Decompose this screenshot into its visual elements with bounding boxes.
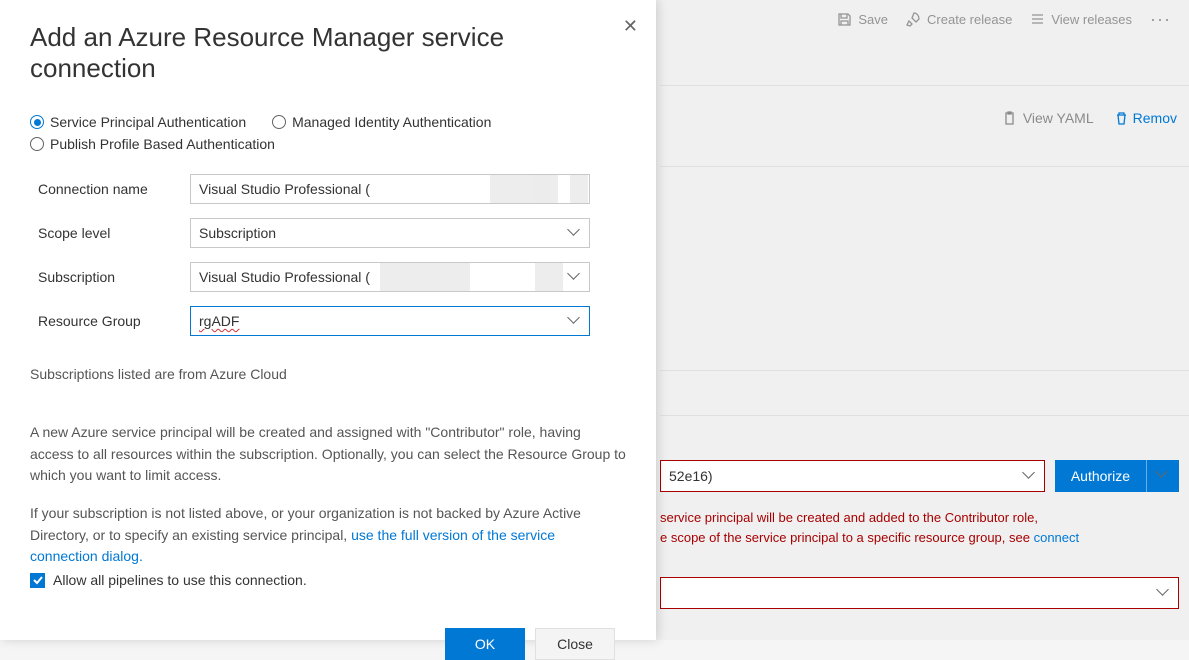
page-toolbar: Save Create release View releases ··· (837, 10, 1171, 28)
description-1: A new Azure service principal will be cr… (30, 422, 626, 487)
trash-icon (1114, 111, 1129, 126)
close-button[interactable]: Close (535, 628, 615, 660)
allow-all-checkbox[interactable] (30, 573, 45, 588)
radio-sp-label: Service Principal Authentication (50, 114, 246, 130)
chevron-down-icon (1158, 587, 1170, 599)
authorize-split-button[interactable]: Authorize (1055, 460, 1179, 492)
save-button[interactable]: Save (837, 12, 888, 27)
close-icon[interactable]: ✕ (623, 16, 638, 37)
divider (660, 370, 1189, 371)
divider (660, 85, 1189, 86)
resource-group-value: rgADF (199, 313, 239, 329)
more-button[interactable]: ··· (1150, 10, 1171, 28)
dialog-title: Add an Azure Resource Manager service co… (30, 22, 626, 84)
chevron-down-icon (569, 271, 581, 283)
tab-actions: View YAML Remov (1002, 110, 1177, 126)
redaction-mask (380, 263, 470, 291)
bg-subscription-select[interactable]: 52e16) (660, 460, 1045, 492)
description-2: If your subscription is not listed above… (30, 503, 626, 568)
redaction-mask (535, 263, 563, 291)
service-connection-dialog: ✕ Add an Azure Resource Manager service … (0, 0, 656, 640)
allow-all-row: Allow all pipelines to use this connecti… (30, 572, 626, 588)
remove-button[interactable]: Remov (1114, 110, 1177, 126)
scope-level-select[interactable]: Subscription (190, 218, 590, 248)
save-icon (837, 12, 852, 27)
rocket-icon (906, 12, 921, 27)
check-icon (33, 575, 43, 585)
radio-circle-icon (30, 137, 44, 151)
redaction-mask (570, 175, 588, 203)
create-release-label: Create release (927, 12, 1012, 27)
bg-warning-text: service principal will be created and ad… (660, 508, 1129, 547)
scope-level-row: Scope level Subscription (30, 218, 626, 248)
auth-mode-radio-group: Service Principal Authentication Managed… (30, 114, 626, 152)
ok-button[interactable]: OK (445, 628, 525, 660)
remove-label: Remov (1133, 110, 1177, 126)
radio-publish-profile[interactable]: Publish Profile Based Authentication (30, 136, 275, 152)
dialog-button-row: OK Close (445, 628, 626, 660)
view-yaml-button[interactable]: View YAML (1002, 110, 1094, 126)
save-label: Save (858, 12, 888, 27)
scope-level-value: Subscription (199, 225, 276, 241)
bg-warning-line2: e scope of the service principal to a sp… (660, 530, 1034, 545)
subscription-value: Visual Studio Professional ( (199, 269, 370, 285)
clipboard-icon (1002, 111, 1017, 126)
allow-all-label: Allow all pipelines to use this connecti… (53, 572, 307, 588)
view-releases-button[interactable]: View releases (1030, 12, 1132, 27)
view-releases-label: View releases (1051, 12, 1132, 27)
resource-group-label: Resource Group (30, 313, 190, 329)
radio-managed-identity[interactable]: Managed Identity Authentication (272, 114, 491, 130)
connection-name-row: Connection name (30, 174, 626, 204)
authorize-label: Authorize (1055, 460, 1147, 492)
chevron-down-icon (569, 227, 581, 239)
radio-mi-label: Managed Identity Authentication (292, 114, 491, 130)
resource-group-select[interactable]: rgADF (190, 306, 590, 336)
view-yaml-label: View YAML (1023, 110, 1094, 126)
subscription-label: Subscription (30, 269, 190, 285)
radio-dot-icon (30, 115, 44, 129)
subscriptions-note: Subscriptions listed are from Azure Clou… (30, 366, 626, 382)
divider (660, 166, 1189, 167)
bg-subscription-text: 52e16) (669, 468, 713, 484)
chevron-down-icon (569, 315, 581, 327)
connection-name-label: Connection name (30, 181, 190, 197)
bg-error-select[interactable] (660, 577, 1179, 609)
bg-subscription-row: 52e16) Authorize (660, 460, 1179, 492)
scope-level-label: Scope level (30, 225, 190, 241)
bg-warning-link[interactable]: connect (1034, 530, 1080, 545)
subscription-row: Subscription Visual Studio Professional … (30, 262, 626, 292)
list-icon (1030, 12, 1045, 27)
authorize-caret[interactable] (1147, 468, 1179, 484)
divider (660, 415, 1189, 416)
radio-circle-icon (272, 115, 286, 129)
chevron-down-icon (1024, 470, 1036, 482)
create-release-button[interactable]: Create release (906, 12, 1012, 27)
resource-group-row: Resource Group rgADF (30, 306, 626, 336)
radio-service-principal[interactable]: Service Principal Authentication (30, 114, 246, 130)
redaction-mask (532, 175, 558, 203)
radio-pp-label: Publish Profile Based Authentication (50, 136, 275, 152)
bg-warning-line1: service principal will be created and ad… (660, 510, 1038, 525)
